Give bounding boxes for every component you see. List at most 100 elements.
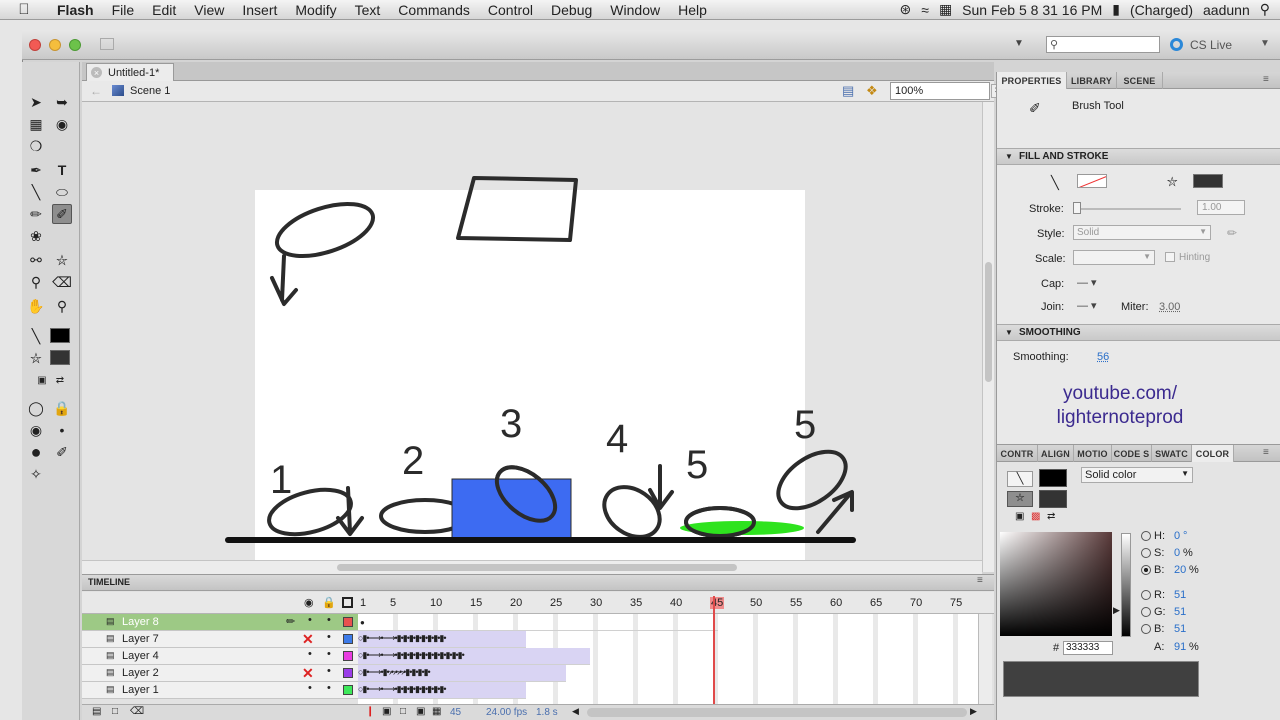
brush-shape-icon[interactable]: ●: [26, 442, 46, 462]
bone-tool-icon[interactable]: ⚯: [26, 250, 46, 270]
tab-library[interactable]: LIBRARY: [1067, 72, 1117, 89]
apple-icon[interactable]: : [0, 1, 48, 18]
menu-user[interactable]: aadunn: [1203, 2, 1250, 18]
eraser-tool-icon[interactable]: ⌫: [52, 272, 72, 292]
tab-scene[interactable]: SCENE: [1117, 72, 1163, 89]
text-tool-icon[interactable]: T: [52, 160, 72, 180]
scroll-left-icon[interactable]: ◀: [572, 706, 579, 717]
edit-symbols-icon[interactable]: ❖: [866, 83, 878, 99]
calendar-icon[interactable]: ▦: [939, 1, 952, 18]
lock-dot[interactable]: •: [327, 631, 331, 643]
miter-value[interactable]: 3.00: [1159, 301, 1180, 313]
stroke-color-toggle-icon[interactable]: ╲: [1007, 471, 1033, 487]
layer-row-7[interactable]: ▤ Layer 7 ✕ •: [82, 631, 358, 648]
horizontal-scroll-thumb[interactable]: [337, 564, 737, 571]
brush-mode-icon[interactable]: ◉: [26, 420, 46, 440]
layer-name[interactable]: Layer 2: [122, 667, 159, 679]
menu-insert[interactable]: Insert: [233, 2, 286, 18]
keyframe-dot[interactable]: ●: [360, 618, 365, 627]
edit-stroke-style-icon[interactable]: ✏: [1227, 226, 1237, 240]
panel-menu-icon[interactable]: ≡: [1263, 74, 1269, 85]
vertical-scrollbar[interactable]: [982, 102, 994, 572]
swap-colors-icon[interactable]: ⇄: [1047, 511, 1055, 522]
hex-input[interactable]: 333333: [1063, 641, 1113, 655]
layer-row-4[interactable]: ▤ Layer 4 • •: [82, 648, 358, 665]
stroke-width-input[interactable]: 1.00: [1197, 200, 1245, 215]
hinting-checkbox[interactable]: [1165, 252, 1175, 262]
app-layout-icon[interactable]: [100, 38, 114, 50]
lock-dot[interactable]: •: [327, 665, 331, 677]
timeline-horizontal-scroll-thumb[interactable]: [587, 708, 967, 717]
red-value[interactable]: 51: [1174, 589, 1186, 601]
frames-layer-2[interactable]: ○▮•⟶•▮•›•›•›•›•▮•▮•▮•▮•: [358, 665, 566, 682]
bluetooth-icon[interactable]: ⊛: [900, 1, 912, 18]
center-frame-icon[interactable]: ❙: [366, 706, 374, 717]
menu-commands[interactable]: Commands: [389, 2, 479, 18]
red-radio[interactable]: [1141, 590, 1151, 600]
playhead[interactable]: [713, 596, 715, 706]
line-tool-icon[interactable]: ╲: [26, 182, 46, 202]
frames-layer-7[interactable]: ○▮•⟶•⟶•▮•▮•▮•▮•▮•▮•▮•▮•: [358, 631, 526, 648]
wifi-icon[interactable]: ≈: [921, 2, 929, 18]
stroke-slider-thumb[interactable]: [1073, 202, 1081, 214]
spotlight-search-icon[interactable]: ⚲: [1260, 1, 1270, 18]
color-type-dropdown[interactable]: Solid color ▼: [1081, 467, 1193, 483]
layer-outline-color[interactable]: [343, 634, 353, 644]
lock-dot[interactable]: •: [327, 648, 331, 660]
layer-name[interactable]: Layer 8: [122, 616, 159, 628]
battery-icon[interactable]: ▮: [1112, 1, 1120, 18]
default-colors-icon[interactable]: ▣: [1015, 511, 1024, 522]
paint-bucket-tool-icon[interactable]: ⛦: [52, 250, 72, 270]
stroke-color-icon[interactable]: ╲: [26, 326, 46, 346]
onion-outline-icon[interactable]: □: [400, 706, 406, 717]
menu-window[interactable]: Window: [601, 2, 669, 18]
cap-dropdown[interactable]: — ▾: [1077, 276, 1097, 289]
fill-color-toggle-icon[interactable]: ⛦: [1007, 491, 1033, 507]
cs-live-dropdown-icon[interactable]: ▼: [1260, 38, 1270, 49]
alpha-value[interactable]: 91: [1174, 641, 1186, 653]
saturation-radio[interactable]: [1141, 548, 1151, 558]
layer-name[interactable]: Layer 4: [122, 650, 159, 662]
edit-multiple-frames-icon[interactable]: ▣: [416, 706, 425, 717]
menu-app-name[interactable]: Flash: [48, 2, 103, 18]
brightness-slider[interactable]: [1121, 533, 1131, 637]
object-drawing-icon[interactable]: ◯: [26, 398, 46, 418]
edit-scene-icon[interactable]: ▤: [842, 83, 854, 99]
stroke-color-swatch[interactable]: [1039, 469, 1067, 487]
oval-tool-icon[interactable]: ⬭: [52, 182, 72, 202]
tab-properties[interactable]: PROPERTIES: [997, 72, 1067, 89]
layer-row-8[interactable]: ▤ Layer 8 ✏ • •: [82, 614, 358, 631]
minimize-window-button[interactable]: [49, 39, 61, 51]
layer-row-2[interactable]: ▤ Layer 2 ✕ •: [82, 665, 358, 682]
visibility-dot[interactable]: •: [308, 682, 312, 694]
hue-value[interactable]: 0: [1174, 530, 1180, 542]
visibility-dot[interactable]: •: [308, 648, 312, 660]
tab-swatches[interactable]: SWATC: [1152, 445, 1192, 462]
help-search-input[interactable]: ⚲: [1046, 36, 1160, 53]
no-color-icon[interactable]: ▩: [1031, 511, 1040, 522]
timeline-vertical-scrollbar[interactable]: [978, 614, 992, 704]
document-tab[interactable]: × Untitled-1*: [86, 63, 174, 81]
tab-color[interactable]: COLOR: [1192, 445, 1234, 462]
stroke-color-none-swatch[interactable]: [1077, 174, 1107, 188]
join-dropdown[interactable]: — ▾: [1077, 299, 1097, 312]
new-folder-icon[interactable]: □: [112, 706, 118, 717]
stroke-slider-track[interactable]: [1075, 208, 1181, 210]
lock-column-icon[interactable]: 🔒: [322, 596, 336, 609]
tab-code-snippets[interactable]: CODE S: [1112, 445, 1152, 462]
frames-layer-1[interactable]: ○▮•⟶•⟶•▮•▮•▮•▮•▮•▮•▮•▮•: [358, 682, 526, 699]
style-dropdown[interactable]: Solid ▼: [1073, 225, 1211, 240]
brush-tool-icon[interactable]: ✐: [52, 204, 72, 224]
blue-value[interactable]: 51: [1174, 623, 1186, 635]
fill-color-icon[interactable]: ⛦: [26, 348, 46, 368]
tab-components[interactable]: CONTR: [997, 445, 1038, 462]
fill-color-swatch[interactable]: [1039, 490, 1067, 508]
zoom-window-button[interactable]: [69, 39, 81, 51]
brightness-radio[interactable]: [1141, 565, 1151, 575]
pressure-icon[interactable]: ✐: [52, 442, 72, 462]
tab-motion[interactable]: MOTIO: [1074, 445, 1112, 462]
brightness-slider-thumb[interactable]: ▶: [1113, 605, 1120, 616]
layer-row-1[interactable]: ▤ Layer 1 • •: [82, 682, 358, 699]
hue-radio[interactable]: [1141, 531, 1151, 541]
frames-layer-8[interactable]: ●: [358, 614, 718, 631]
